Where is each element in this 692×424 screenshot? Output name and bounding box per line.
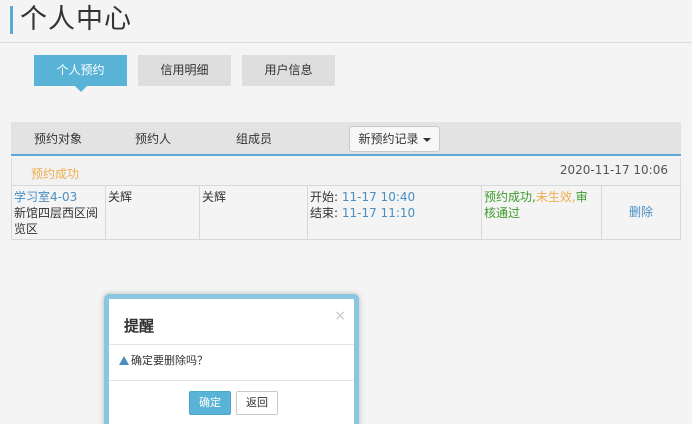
end-time-value: 11-17 11:10 <box>341 206 416 220</box>
end-label: 结束: <box>310 206 339 220</box>
start-label: 开始: <box>310 190 339 204</box>
tab-personal-booking[interactable]: 个人预约 <box>34 55 127 92</box>
room-link[interactable]: 学习室4-03 <box>14 189 103 205</box>
back-button[interactable]: 返回 <box>236 391 278 415</box>
tab-credit-details[interactable]: 信用明细 <box>138 55 231 86</box>
cell-target: 学习室4-03 新馆四层西区阅览区 <box>12 186 106 239</box>
dialog-message-text: 确定要删除吗？ <box>131 354 208 367</box>
close-icon[interactable]: × <box>334 308 346 324</box>
dialog-title: 提醒 <box>124 317 155 335</box>
group-timestamp: 2020-11-17 10:06 <box>559 163 668 177</box>
dialog-divider-bottom <box>109 380 354 381</box>
column-header-booker: 预约人 <box>135 132 172 146</box>
room-location: 新馆四层西区阅览区 <box>14 206 99 236</box>
status-success: 预约成功, <box>484 190 536 204</box>
status-pending: 未生效, <box>535 190 576 204</box>
caret-down-icon <box>422 137 431 142</box>
page-title: 个人中心 <box>20 4 132 35</box>
confirm-button[interactable]: 确定 <box>189 391 231 415</box>
table-row: 学习室4-03 新馆四层西区阅览区 关辉 关辉 开始: 11-17 10:40 … <box>11 185 681 240</box>
title-accent-bar <box>10 6 13 34</box>
table-header: 预约对象 预约人 组成员 新预约记录 <box>11 122 681 156</box>
booking-records-dropdown[interactable]: 新预约记录 <box>349 126 440 152</box>
page-header: 个人中心 <box>0 0 692 43</box>
warning-icon <box>119 356 129 365</box>
group-status: 预约成功 <box>31 167 80 181</box>
cell-action: 删除 <box>602 186 680 239</box>
cell-booker: 关辉 <box>106 186 200 239</box>
column-header-target: 预约对象 <box>34 132 83 146</box>
column-header-members: 组成员 <box>236 132 273 146</box>
start-time-value: 11-17 10:40 <box>341 190 416 204</box>
end-time: 结束: 11-17 11:10 <box>310 205 479 221</box>
cell-members: 关辉 <box>200 186 308 239</box>
booking-group-header: 预约成功 2020-11-17 10:06 <box>11 158 681 185</box>
booker-name: 关辉 <box>108 190 133 204</box>
dialog-divider-top <box>109 344 354 345</box>
dialog-message: 确定要删除吗？ <box>119 352 208 368</box>
tab-user-info[interactable]: 用户信息 <box>242 55 335 86</box>
cell-status: 预约成功,未生效,审核通过 <box>482 186 602 239</box>
confirm-dialog: 提醒 × 确定要删除吗？ 确定 返回 <box>104 294 359 424</box>
dropdown-label: 新预约记录 <box>358 132 419 146</box>
start-time: 开始: 11-17 10:40 <box>310 189 479 205</box>
delete-button[interactable]: 删除 <box>629 205 653 219</box>
member-name: 关辉 <box>202 190 227 204</box>
cell-time: 开始: 11-17 10:40 结束: 11-17 11:10 <box>308 186 482 239</box>
